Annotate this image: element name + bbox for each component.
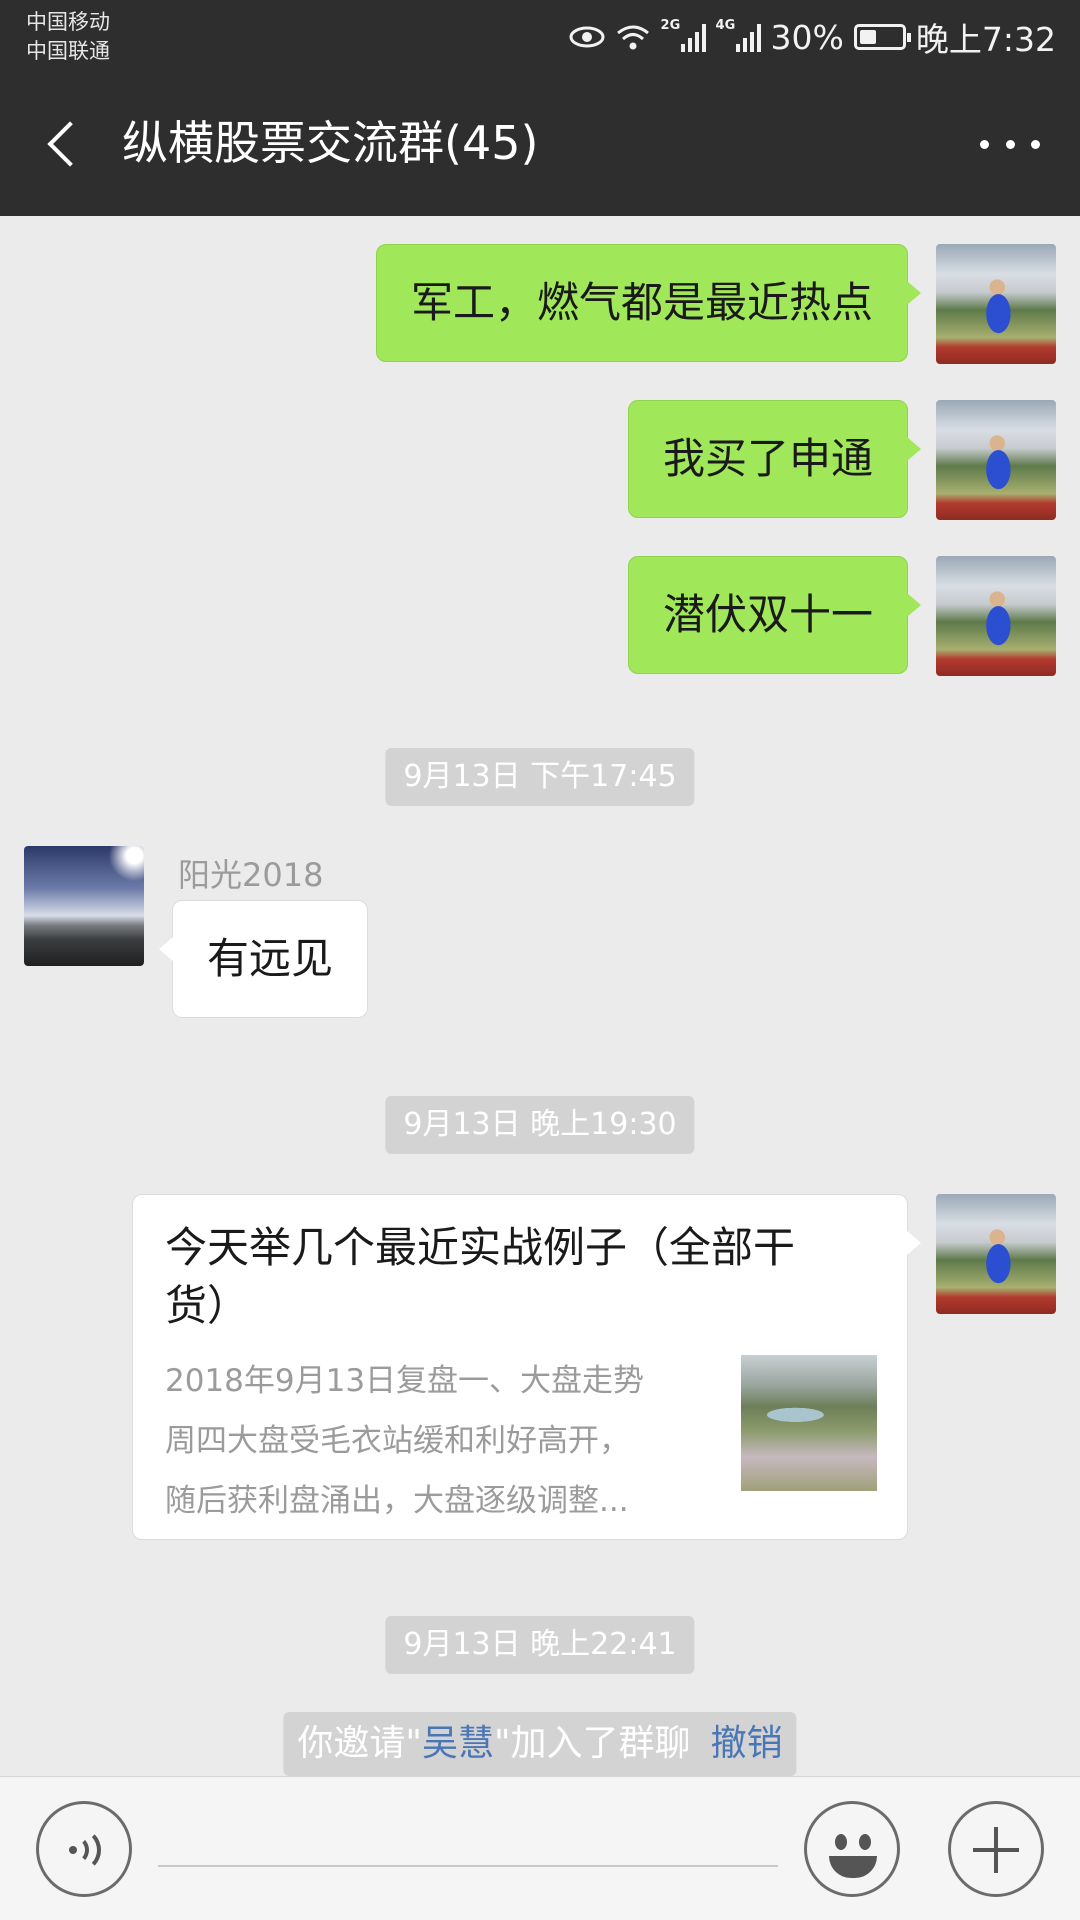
message-bubble-outgoing[interactable]: 军工，燃气都是最近热点 [375,244,922,362]
message-bubble-outgoing[interactable]: 我买了申通 [627,400,922,518]
emoji-icon[interactable] [804,1801,900,1897]
my-avatar[interactable] [936,1194,1056,1314]
invited-member-link[interactable]: 吴慧 [422,1723,494,1764]
revoke-link[interactable]: 撤销 [711,1723,783,1764]
carrier-names: 中国移动 中国联通 [26,8,110,66]
status-icons: 2G 4G 30% 晚上7:32 [569,12,1056,62]
notice-prefix: 你邀请" [297,1723,422,1764]
status-bar: 中国移动 中国联通 2G 4G 30% 晚上7:32 [0,0,1080,72]
my-avatar[interactable] [936,400,1056,520]
article-summary-line: 2018年9月13日复盘一、大盘走势 [165,1363,645,1399]
message-input[interactable] [158,1865,778,1867]
signal-icon-sim2: 4G [716,18,761,52]
article-summary-line: 周四大盘受毛衣站缓和利好高开， [165,1423,630,1459]
timestamp: 9月13日 下午17:45 [385,748,695,806]
my-avatar[interactable] [936,244,1056,364]
voice-icon[interactable] [36,1801,132,1897]
battery-icon [853,24,911,50]
signal-icon-sim1: 2G [661,18,706,52]
timestamp: 9月13日 晚上19:30 [385,1096,695,1154]
article-summary: 2018年9月13日复盘一、大盘走势 周四大盘受毛衣站缓和利好高开， 随后获利盘… [165,1351,725,1531]
signal-2-tag: 4G [715,18,736,33]
more-dots-icon[interactable] [980,124,1040,164]
message-bubble-incoming[interactable]: 有远见 [158,900,369,1018]
input-bar [0,1776,1080,1920]
article-card[interactable]: 今天举几个最近实战例子（全部干货） 2018年9月13日复盘一、大盘走势 周四大… [132,1194,921,1540]
sender-name: 阳光2018 [178,856,324,894]
chat-area[interactable]: 军工，燃气都是最近热点 我买了申通 潜伏双十一 9月13日 下午17:45 阳光… [0,216,1080,1776]
article-thumbnail [741,1355,877,1491]
notice-suffix: "加入了群聊 [494,1723,691,1764]
eye-icon [569,26,605,48]
wifi-icon [616,25,649,50]
top-bar: 中国移动 中国联通 2G 4G 30% 晚上7:32 纵横股票交流群(45) [0,0,1080,216]
back-arrow-icon[interactable] [40,118,82,170]
carrier-2: 中国联通 [26,39,110,63]
title-bar: 纵横股票交流群(45) [0,72,1080,216]
carrier-1: 中国移动 [26,10,110,34]
system-notice: 你邀请"吴慧"加入了群聊 撤销 [283,1712,797,1776]
chat-title: 纵横股票交流群(45) [122,116,539,170]
battery-percent: 30% [770,17,844,57]
sender-avatar[interactable] [24,846,144,966]
message-bubble-outgoing[interactable]: 潜伏双十一 [627,556,922,674]
article-summary-line: 随后获利盘涌出，大盘逐级调整... [165,1483,629,1519]
plus-icon[interactable] [948,1801,1044,1897]
timestamp: 9月13日 晚上22:41 [385,1616,695,1674]
signal-1-tag: 2G [660,18,681,33]
article-title: 今天举几个最近实战例子（全部干货） [165,1223,796,1330]
status-time: 晚上7:32 [915,20,1056,59]
my-avatar[interactable] [936,556,1056,676]
